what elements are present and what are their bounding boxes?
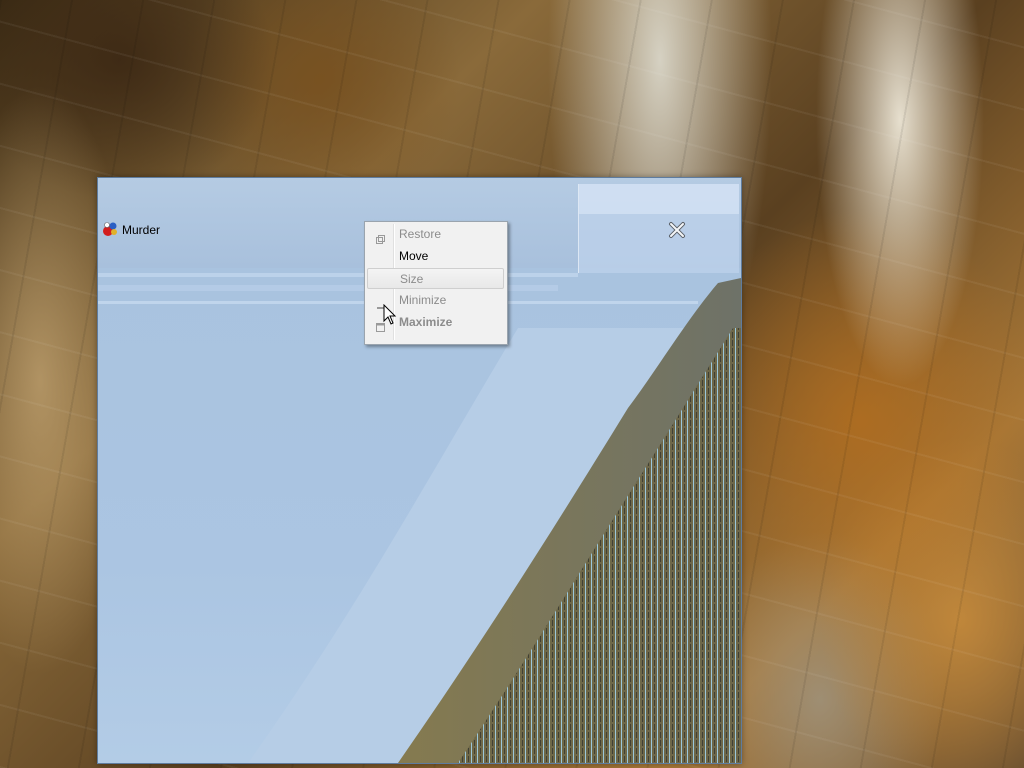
arrow-cursor-icon <box>383 303 397 326</box>
menu-item-label: Minimize <box>399 293 447 307</box>
menu-item-label: Maximize <box>399 315 453 329</box>
menu-item-label: Restore <box>399 227 442 241</box>
restore-icon <box>376 230 385 244</box>
menu-item-label: Move <box>399 249 429 263</box>
window-system-menu[interactable]: Restore Move Size Minimize Maximize <box>364 221 508 345</box>
menu-item-restore[interactable]: Restore <box>367 224 504 245</box>
menu-item-label: Size <box>400 272 424 286</box>
menu-item-move[interactable]: Move <box>367 246 504 267</box>
menu-item-size[interactable]: Size <box>367 268 504 289</box>
